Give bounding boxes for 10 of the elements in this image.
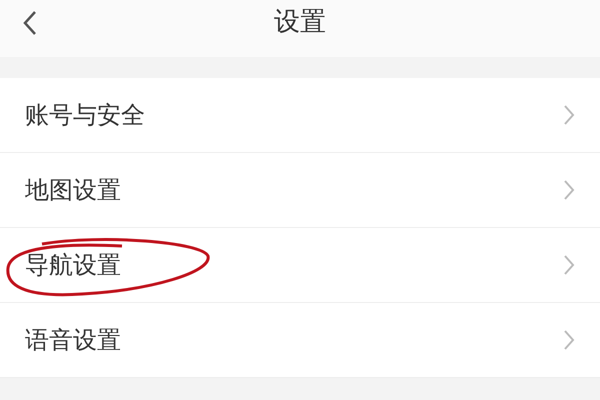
chevron-right-icon <box>563 329 575 351</box>
chevron-right-icon <box>563 179 575 201</box>
chevron-right-icon <box>563 104 575 126</box>
page-title: 设置 <box>274 6 326 39</box>
row-label: 地图设置 <box>25 175 121 206</box>
back-icon <box>23 10 37 36</box>
row-label: 导航设置 <box>25 250 121 281</box>
row-label: 语音设置 <box>25 325 121 356</box>
row-label: 账号与安全 <box>25 100 145 131</box>
chevron-right-icon <box>563 254 575 276</box>
